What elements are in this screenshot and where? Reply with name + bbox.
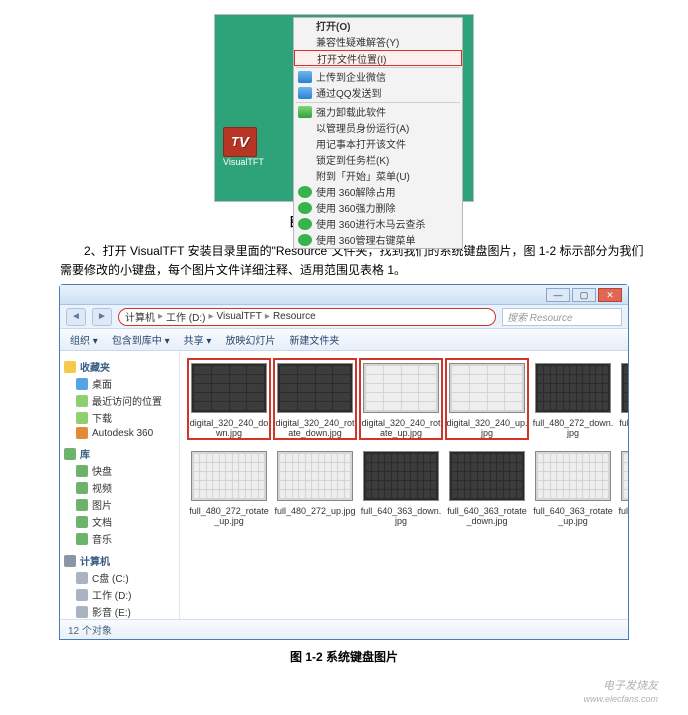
file-name: full_640_363_up.jpg (618, 507, 628, 527)
explorer-window: — ▢ ✕ ◄ ► 计算机▸工作 (D:)▸VisualTFT▸Resource… (59, 284, 629, 640)
status-text: 12 个对象 (68, 622, 112, 637)
nav-item[interactable]: C盘 (C:) (62, 569, 177, 586)
watermark-brand: 电子发烧友 (603, 680, 658, 692)
file-thumbnail[interactable]: full_480_272_rotate_down.jpg (618, 359, 628, 439)
file-thumbnail[interactable]: full_640_363_rotate_down.jpg (446, 447, 528, 527)
nav-item[interactable]: 图片 (62, 496, 177, 513)
crumb[interactable]: 计算机 (125, 309, 155, 324)
nav-item[interactable]: 视频 (62, 479, 177, 496)
crumb[interactable]: Resource (273, 311, 316, 322)
visualtft-icon: TV (223, 127, 257, 157)
breadcrumb[interactable]: 计算机▸工作 (D:)▸VisualTFT▸Resource (118, 308, 496, 326)
search-input[interactable]: 搜索 Resource (502, 308, 622, 326)
menu-item[interactable]: 使用 360强力删除 (294, 200, 462, 216)
file-name: digital_320_240_rotate_up.jpg (360, 419, 442, 439)
forward-button[interactable]: ► (92, 308, 112, 326)
file-name: digital_320_240_up.jpg (446, 419, 528, 439)
file-thumbnail[interactable]: full_480_272_up.jpg (274, 447, 356, 527)
menu-item[interactable]: 兼容性疑难解答(Y) (294, 34, 462, 50)
file-name: full_480_272_rotate_up.jpg (188, 507, 270, 527)
nav-item[interactable]: 工作 (D:) (62, 586, 177, 603)
nav-item[interactable]: 影音 (E:) (62, 603, 177, 619)
nav-item[interactable]: 音乐 (62, 530, 177, 547)
cmd-item[interactable]: 包含到库中 ▾ (112, 332, 170, 347)
files-row-2: full_480_272_rotate_up.jpgfull_480_272_u… (188, 447, 628, 527)
file-name: full_640_363_down.jpg (360, 507, 442, 527)
context-menu-screenshot: TV VisualTFT 打开(O)兼容性疑难解答(Y)打开文件位置(I) 上传到… (214, 14, 474, 202)
desktop-shortcut-label: VisualTFT (223, 157, 264, 167)
figure-1: TV VisualTFT 打开(O)兼容性疑难解答(Y)打开文件位置(I) 上传到… (10, 14, 678, 205)
nav-item[interactable]: 文档 (62, 513, 177, 530)
cmd-item[interactable]: 共享 ▾ (184, 332, 212, 347)
menu-item[interactable]: 强力卸载此软件 (294, 104, 462, 120)
figure-2-caption: 图 1-2 系统键盘图片 (10, 648, 678, 665)
nav-item[interactable]: 下载 (62, 409, 177, 426)
file-name: digital_320_240_down.jpg (188, 419, 270, 439)
context-menu: 打开(O)兼容性疑难解答(Y)打开文件位置(I) 上传到企业微信通过QQ发送到强力… (293, 17, 463, 249)
figure-2: — ▢ ✕ ◄ ► 计算机▸工作 (D:)▸VisualTFT▸Resource… (10, 284, 678, 640)
crumb[interactable]: 工作 (D:) (166, 309, 205, 324)
file-name: digital_320_240_rotate_down.jpg (274, 419, 356, 439)
cmd-item[interactable]: 新建文件夹 (289, 332, 339, 347)
file-thumbnail[interactable]: full_640_363_down.jpg (360, 447, 442, 527)
menu-item[interactable]: 锁定到任务栏(K) (294, 152, 462, 168)
file-name: full_480_272_rotate_down.jpg (618, 419, 628, 439)
title-bar: — ▢ ✕ (60, 285, 628, 305)
nav-item[interactable]: 桌面 (62, 375, 177, 392)
nav-item[interactable]: 快盘 (62, 462, 177, 479)
file-thumbnail[interactable]: digital_320_240_rotate_down.jpg (274, 359, 356, 439)
command-bar: 组织 ▾ 包含到库中 ▾ 共享 ▾ 放映幻灯片新建文件夹 (60, 329, 628, 351)
file-thumbnail[interactable]: full_480_272_down.jpg (532, 359, 614, 439)
menu-item[interactable]: 打开文件位置(I) (294, 50, 462, 66)
file-name: full_640_363_rotate_down.jpg (446, 507, 528, 527)
file-thumbnail[interactable]: digital_320_240_down.jpg (188, 359, 270, 439)
items-pane: digital_320_240_down.jpgdigital_320_240_… (180, 351, 628, 619)
status-bar: 12 个对象 (60, 619, 628, 639)
menu-item[interactable]: 使用 360管理右键菜单 (294, 232, 462, 248)
navigation-pane: 收藏夹桌面最近访问的位置下载Autodesk 360 库快盘视频图片文档音乐计算机… (60, 351, 180, 619)
menu-item[interactable]: 打开(O) (294, 18, 462, 34)
crumb[interactable]: VisualTFT (217, 311, 262, 322)
watermark-url: www.elecfans.com (583, 694, 658, 704)
file-thumbnail[interactable]: digital_320_240_rotate_up.jpg (360, 359, 442, 439)
address-bar: ◄ ► 计算机▸工作 (D:)▸VisualTFT▸Resource 搜索 Re… (60, 305, 628, 329)
file-name: full_480_272_down.jpg (532, 419, 614, 439)
menu-item[interactable]: 用记事本打开该文件 (294, 136, 462, 152)
nav-item[interactable]: Autodesk 360 (62, 426, 177, 440)
menu-item[interactable]: 使用 360解除占用 (294, 184, 462, 200)
file-thumbnail[interactable]: full_640_363_rotate_up.jpg (532, 447, 614, 527)
files-row-1: digital_320_240_down.jpgdigital_320_240_… (188, 359, 628, 439)
menu-item[interactable]: 以管理员身份运行(A) (294, 120, 462, 136)
file-thumbnail[interactable]: digital_320_240_up.jpg (446, 359, 528, 439)
file-name: full_640_363_rotate_up.jpg (532, 507, 614, 527)
menu-item[interactable]: 通过QQ发送到 (294, 85, 462, 101)
close-button[interactable]: ✕ (598, 288, 622, 302)
nav-group[interactable]: 库 (62, 445, 177, 462)
nav-item[interactable]: 最近访问的位置 (62, 392, 177, 409)
file-thumbnail[interactable]: full_640_363_up.jpg (618, 447, 628, 527)
desktop-shortcut: TV VisualTFT (223, 127, 259, 171)
watermark: 电子发烧友 www.elecfans.com (10, 677, 658, 705)
menu-item[interactable]: 上传到企业微信 (294, 69, 462, 85)
minimize-button[interactable]: — (546, 288, 570, 302)
file-name: full_480_272_up.jpg (274, 507, 356, 527)
back-button[interactable]: ◄ (66, 308, 86, 326)
file-thumbnail[interactable]: full_480_272_rotate_up.jpg (188, 447, 270, 527)
cmd-item[interactable]: 放映幻灯片 (225, 332, 275, 347)
menu-item[interactable]: 附到「开始」菜单(U) (294, 168, 462, 184)
nav-group[interactable]: 收藏夹 (62, 358, 177, 375)
maximize-button[interactable]: ▢ (572, 288, 596, 302)
menu-item[interactable]: 使用 360进行木马云查杀 (294, 216, 462, 232)
nav-group[interactable]: 计算机 (62, 552, 177, 569)
cmd-item[interactable]: 组织 ▾ (70, 332, 98, 347)
